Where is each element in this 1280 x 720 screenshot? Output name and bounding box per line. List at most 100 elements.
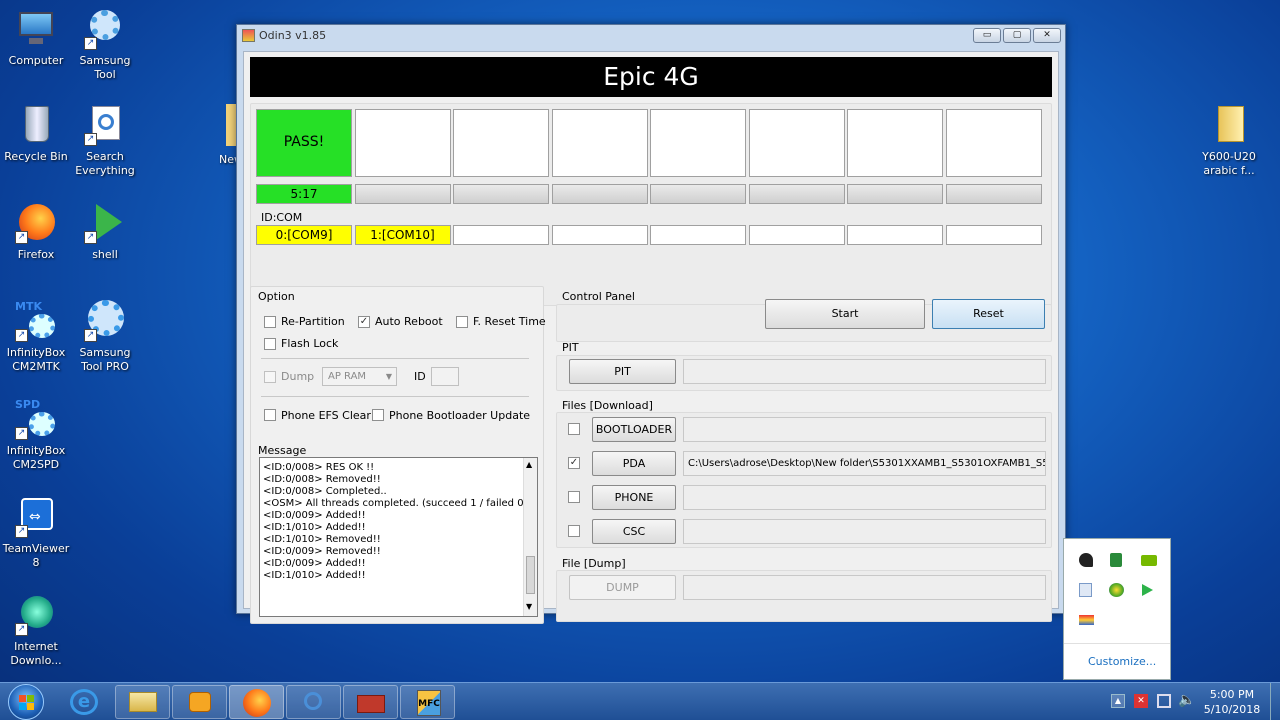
desktop-icon-label: InfinityBox CM2MTK (6, 346, 66, 373)
phone-button[interactable]: PHONE (592, 485, 676, 510)
re-partition-checkbox[interactable] (264, 316, 276, 328)
play-icon: ↗ (84, 202, 126, 244)
media-icon (189, 692, 211, 712)
taskbar-firefox[interactable] (229, 685, 284, 719)
desktop-icon-y600-folder[interactable]: Y600-U20 arabic f... (1193, 104, 1265, 178)
desktop-icon-internet-download[interactable]: ↗ Internet Downlo... (0, 594, 72, 668)
desktop-icon-search-everything[interactable]: ↗ Search Everything (69, 104, 141, 178)
dump-button[interactable]: DUMP (569, 575, 676, 600)
pit-path-field[interactable] (683, 359, 1046, 384)
phone-efs-clear-checkbox[interactable] (264, 409, 276, 421)
tray-app-icon[interactable] (1079, 615, 1094, 625)
dump-checkbox[interactable] (264, 371, 276, 383)
desktop-icon-shell[interactable]: ↗ shell (69, 202, 141, 262)
desktop-icon-samsung-tool-pro[interactable]: ↗ Samsung Tool PRO (69, 300, 141, 374)
taskbar-media-player[interactable] (172, 685, 227, 719)
slot-status-2 (453, 109, 549, 177)
title-bar[interactable]: Odin3 v1.85 ▭ ▢ ✕ (237, 25, 1065, 47)
slot-com-5 (748, 225, 845, 245)
pda-checkbox[interactable]: ✓ (568, 457, 580, 469)
network-icon[interactable] (1157, 694, 1171, 708)
phone-efs-clear-label: Phone EFS Clear (281, 409, 371, 422)
clock-date: 5/10/2018 (1203, 703, 1261, 716)
desktop-icon-infinitybox-cm2mtk[interactable]: MTK ↗ InfinityBox CM2MTK (0, 300, 72, 374)
firefox-icon (243, 689, 271, 717)
csc-checkbox[interactable] (568, 525, 580, 537)
desktop-icon-label: Search Everything (75, 150, 135, 177)
play-icon[interactable] (1142, 584, 1153, 596)
tray-app-icon[interactable] (1079, 583, 1092, 597)
message-log[interactable]: <ID:0/008> RES OK !! <ID:0/008> Removed!!… (259, 457, 538, 617)
desktop-icon-recycle-bin[interactable]: Recycle Bin (0, 104, 72, 164)
start-button[interactable] (8, 684, 44, 720)
volume-icon[interactable]: 🔈 (1178, 692, 1195, 708)
desktop-icon-firefox[interactable]: ↗ Firefox (0, 202, 72, 262)
desktop-icon-label: Computer (8, 54, 64, 67)
message-line: <ID:0/008> RES OK !! (263, 462, 375, 473)
auto-reboot-checkbox[interactable]: ✓ (358, 316, 370, 328)
id-input[interactable] (431, 367, 459, 386)
pda-button[interactable]: PDA (592, 451, 676, 476)
flash-lock-checkbox[interactable] (264, 338, 276, 350)
tray-app-icon[interactable] (1079, 553, 1093, 567)
toolbox-icon (357, 695, 385, 713)
start-button[interactable]: Start (765, 299, 925, 329)
minimize-button[interactable]: ▭ (973, 28, 1001, 43)
slot-com-7 (945, 225, 1042, 245)
reset-button[interactable]: Reset (932, 299, 1045, 329)
bootloader-path-field[interactable] (683, 417, 1046, 442)
idcom-label: ID:COM (261, 211, 303, 224)
slot-progress-5 (748, 184, 845, 204)
folder-icon (129, 692, 157, 712)
message-line: <ID:0/009> Added!! (263, 510, 366, 521)
taskbar-toolbox[interactable] (343, 685, 398, 719)
csc-button[interactable]: CSC (592, 519, 676, 544)
scroll-thumb[interactable] (526, 556, 535, 594)
clock[interactable]: 5:00 PM 5/10/2018 (1202, 687, 1262, 717)
f-reset-time-checkbox[interactable] (456, 316, 468, 328)
tray-app-icon[interactable] (1109, 583, 1124, 597)
chevron-down-icon[interactable]: ▼ (526, 602, 532, 611)
desktop-icon-label: Internet Downlo... (10, 640, 62, 667)
taskbar-search-everything[interactable] (286, 685, 341, 719)
action-center-icon[interactable]: ✕ (1134, 694, 1148, 708)
message-line: <ID:1/010> Added!! (263, 522, 366, 533)
tray-app-icon[interactable] (1110, 553, 1122, 567)
nvidia-icon[interactable] (1141, 555, 1157, 566)
chevron-up-icon[interactable]: ▲ (526, 460, 532, 469)
desktop-icon-samsung-tool[interactable]: ↗ Samsung Tool (69, 8, 141, 82)
taskbar-explorer[interactable] (115, 685, 170, 719)
taskbar-mfc[interactable]: MFC (400, 685, 455, 719)
phone-bootloader-update-checkbox[interactable] (372, 409, 384, 421)
firefox-icon: ↗ (15, 202, 57, 244)
pda-path-field[interactable]: C:\Users\adrose\Desktop\New folder\S5301… (683, 451, 1046, 476)
slot-status-0: PASS! (256, 109, 352, 177)
message-line: <ID:0/009> Added!! (263, 558, 366, 569)
mfc-icon: MFC (417, 690, 441, 716)
desktop-icon-label: Samsung Tool PRO (79, 346, 131, 373)
dump-path-field[interactable] (683, 575, 1046, 600)
message-scrollbar[interactable]: ▲ ▼ (523, 458, 537, 616)
gear-icon: ↗ (84, 300, 126, 342)
close-button[interactable]: ✕ (1033, 28, 1061, 43)
slot-progress-6 (847, 184, 943, 204)
desktop-icon-infinitybox-cm2spd[interactable]: SPD ↗ InfinityBox CM2SPD (0, 398, 72, 472)
gear-icon: ↗ (84, 8, 126, 50)
csc-path-field[interactable] (683, 519, 1046, 544)
desktop-icon-teamviewer[interactable]: ⇔ ↗ TeamViewer 8 (0, 496, 72, 570)
maximize-button[interactable]: ▢ (1003, 28, 1031, 43)
phone-checkbox[interactable] (568, 491, 580, 503)
customize-link[interactable]: Customize... (1088, 655, 1156, 668)
bootloader-button[interactable]: BOOTLOADER (592, 417, 676, 442)
pit-button[interactable]: PIT (569, 359, 676, 384)
show-hidden-icons-button[interactable]: ▲ (1111, 694, 1125, 708)
bootloader-checkbox[interactable] (568, 423, 580, 435)
desktop-icon-computer[interactable]: Computer (0, 8, 72, 68)
download-icon: ↗ (15, 594, 57, 636)
internet-explorer-icon[interactable]: e (70, 689, 98, 715)
phone-path-field[interactable] (683, 485, 1046, 510)
show-desktop-button[interactable] (1270, 683, 1280, 720)
message-line: <ID:0/008> Completed.. (263, 486, 387, 497)
ap-ram-select[interactable]: AP RAM ▼ (322, 367, 397, 386)
message-line: <ID:0/009> Removed!! (263, 546, 381, 557)
